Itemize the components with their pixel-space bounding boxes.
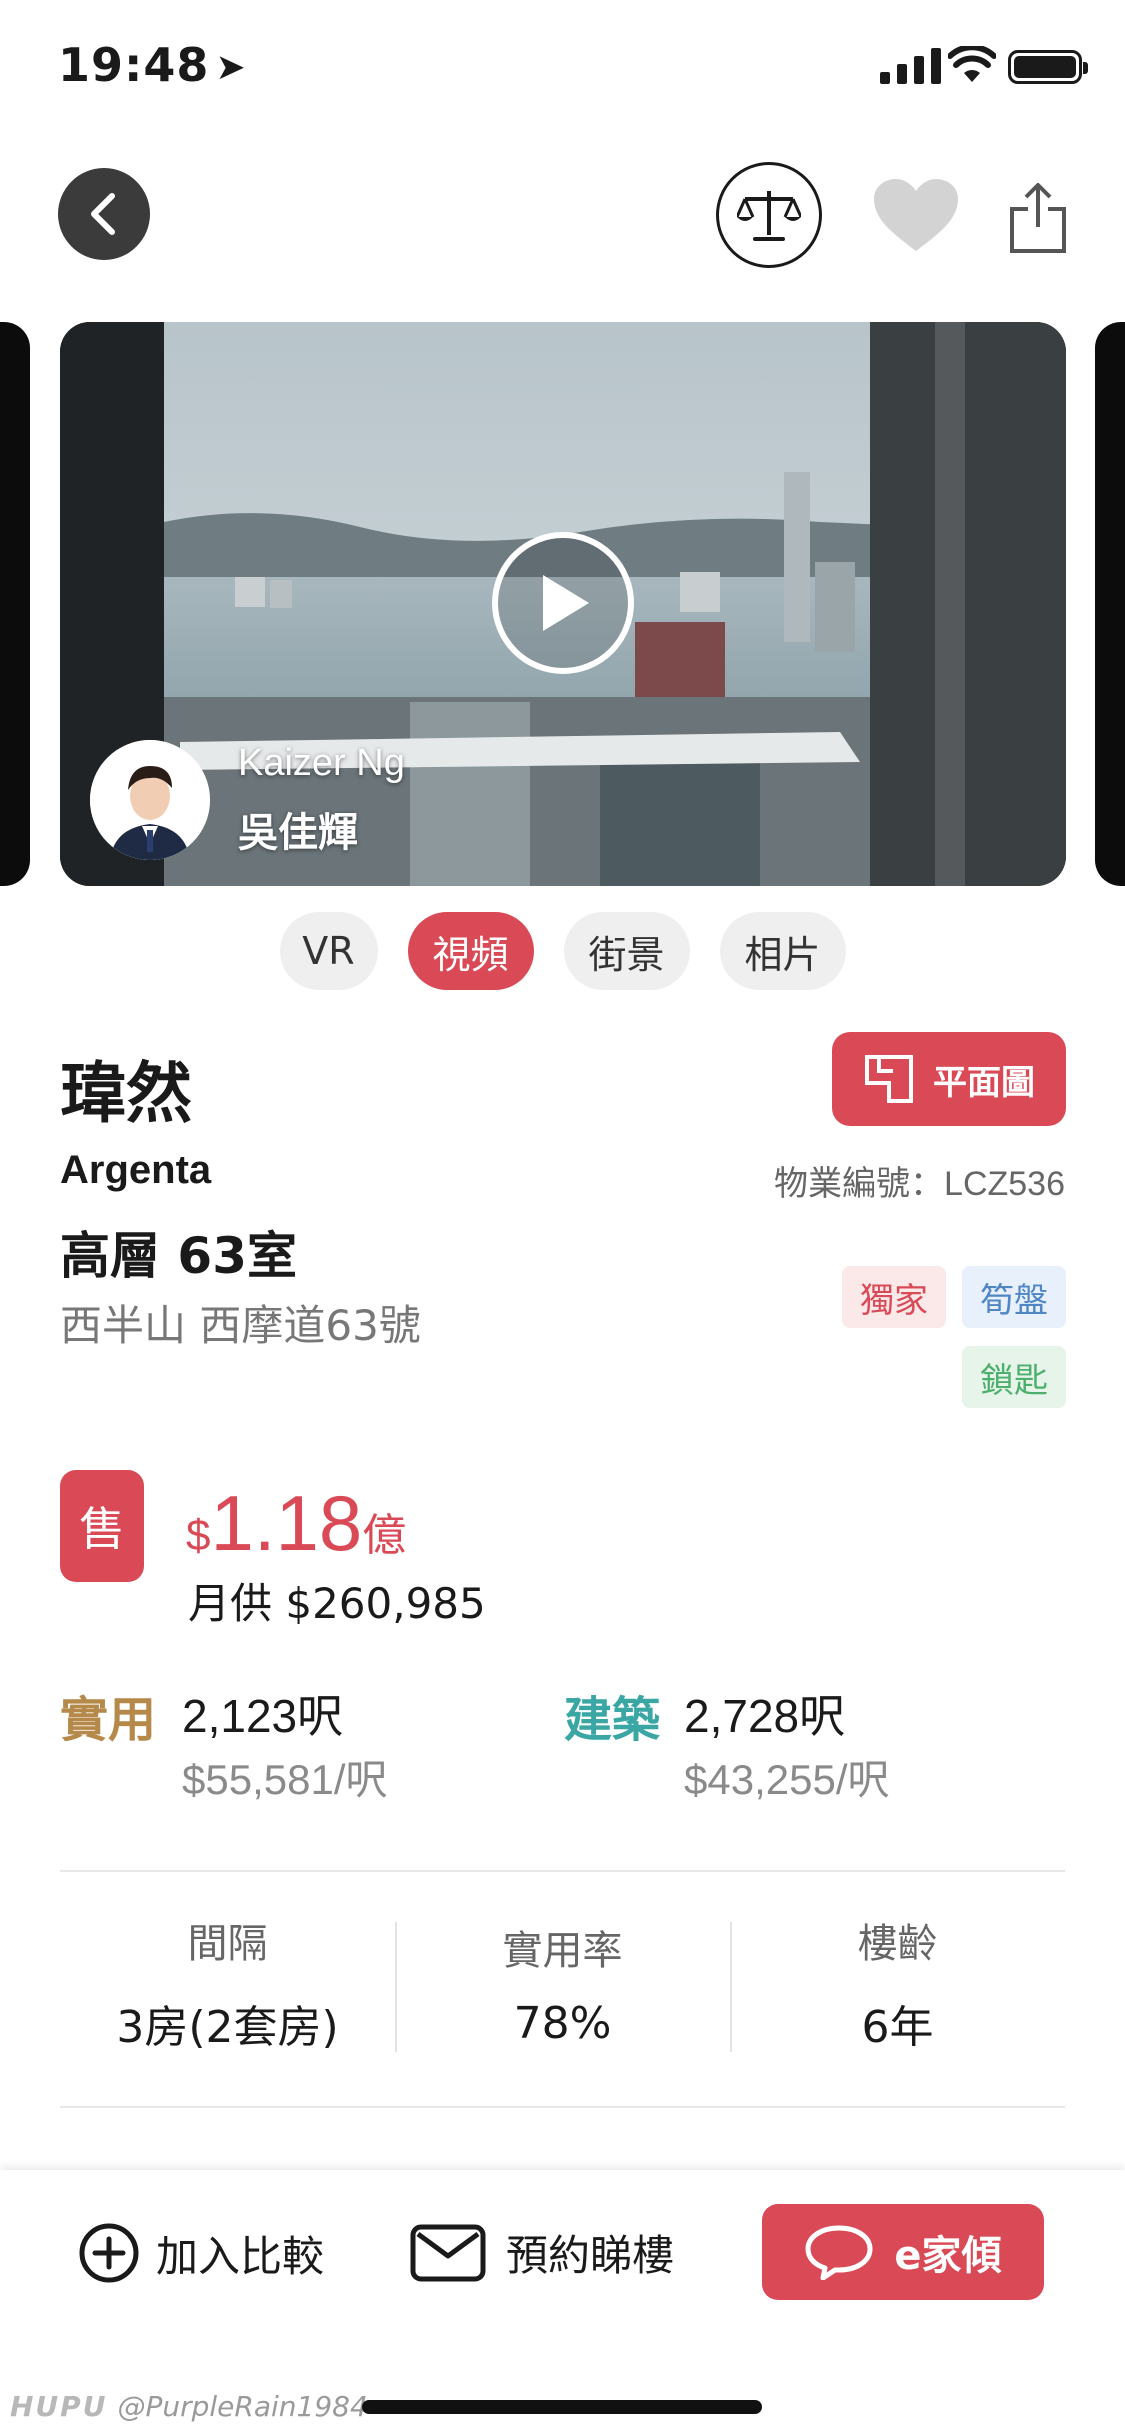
home-indicator[interactable] bbox=[362, 2400, 762, 2414]
share-icon bbox=[1010, 183, 1066, 253]
listing-title-en: Argenta bbox=[60, 1148, 212, 1192]
gross-area-size: 2,728呎 bbox=[684, 1690, 846, 1742]
tab-video[interactable]: 視頻 bbox=[407, 912, 534, 990]
net-area-price-per-foot: $55,581/呎 bbox=[182, 1756, 388, 1803]
share-button[interactable] bbox=[1000, 172, 1076, 262]
price-amount: 1.18 bbox=[210, 1479, 363, 1567]
location-arrow-icon: ➤ bbox=[215, 47, 247, 88]
back-button[interactable] bbox=[58, 168, 150, 260]
agent-photo bbox=[90, 740, 210, 860]
tab-vr[interactable]: VR bbox=[279, 912, 378, 990]
floorplan-icon bbox=[865, 1055, 913, 1103]
media-tabs: VR 視頻 街景 相片 bbox=[0, 912, 1125, 990]
chat-label: e家傾 bbox=[894, 2233, 1002, 2279]
play-icon bbox=[543, 575, 589, 631]
stat-value: 78% bbox=[513, 1997, 612, 2049]
envelope-icon bbox=[410, 2224, 486, 2281]
gross-area-label: 建築 bbox=[564, 1692, 661, 1748]
plus-circle-icon bbox=[79, 2223, 139, 2283]
add-to-compare-label: 加入比較 bbox=[156, 2231, 325, 2281]
sale-badge: 售 bbox=[60, 1470, 144, 1582]
balance-scale-icon bbox=[737, 191, 801, 241]
stat-label: 樓齡 bbox=[857, 1921, 938, 1967]
heart-icon bbox=[874, 179, 958, 251]
previous-media-card[interactable] bbox=[0, 322, 30, 886]
stat-efficiency: 實用率 78% bbox=[395, 1908, 730, 2058]
next-media-card[interactable] bbox=[1095, 322, 1125, 886]
status-time: 19:48 ➤ bbox=[58, 38, 247, 92]
watermark-brand: HUPU bbox=[10, 2390, 108, 2423]
status-bar: 19:48 ➤ bbox=[0, 0, 1125, 140]
chevron-left-icon bbox=[91, 193, 115, 235]
gross-area-price-per-foot: $43,255/呎 bbox=[684, 1756, 890, 1803]
compare-button[interactable] bbox=[716, 162, 822, 268]
agent-name-en: Kaizer Ng bbox=[238, 742, 405, 784]
floorplan-label: 平面圖 bbox=[933, 1062, 1035, 1103]
tab-street-view[interactable]: 街景 bbox=[563, 912, 690, 990]
price-currency: $ bbox=[186, 1511, 211, 1560]
chat-button[interactable]: e家傾 bbox=[762, 2204, 1044, 2300]
book-viewing-button[interactable]: 預約睇樓 bbox=[410, 2222, 674, 2283]
battery-full-icon bbox=[1008, 50, 1088, 84]
stat-label: 實用率 bbox=[502, 1927, 623, 1974]
agent-avatar[interactable] bbox=[90, 740, 210, 860]
floorplan-button[interactable]: 平面圖 bbox=[832, 1032, 1066, 1126]
price-unit: 億 bbox=[362, 1510, 407, 1561]
address: 西半山 西摩道63號 bbox=[60, 1301, 421, 1350]
watermark-user: @PurpleRain1984 bbox=[117, 2390, 368, 2423]
cellular-signal-icon bbox=[880, 48, 941, 84]
listing-title-zh: 瑋然 bbox=[60, 1055, 192, 1132]
unit-info: 高層 63室 bbox=[60, 1227, 297, 1285]
property-stats: 間隔 3房(2套房) 實用率 78% 樓齡 6年 bbox=[60, 1908, 1065, 2058]
tag-exclusive: 獨家 bbox=[842, 1266, 946, 1328]
net-area-label: 實用 bbox=[60, 1692, 157, 1748]
divider bbox=[60, 1870, 1065, 1872]
wifi-icon bbox=[948, 46, 996, 82]
property-code: 物業編號：LCZ536 bbox=[774, 1165, 1065, 1203]
book-viewing-label: 預約睇樓 bbox=[506, 2231, 675, 2280]
add-to-compare-button[interactable]: 加入比較 bbox=[78, 2222, 324, 2284]
stat-value: 6年 bbox=[861, 2002, 934, 2053]
monthly-payment: 月供 $260,985 bbox=[188, 1579, 486, 1628]
tag-key: 鎖匙 bbox=[962, 1346, 1066, 1408]
chat-bubble-icon bbox=[805, 2225, 873, 2280]
stat-layout: 間隔 3房(2套房) bbox=[60, 1908, 395, 2058]
status-time-text: 19:48 bbox=[58, 38, 210, 92]
play-button[interactable] bbox=[492, 532, 634, 674]
price: $ 1.18 億 bbox=[186, 1478, 406, 1569]
stat-building-age: 樓齡 6年 bbox=[730, 1908, 1065, 2058]
stat-value: 3房(2套房) bbox=[116, 2002, 339, 2053]
net-area-size: 2,123呎 bbox=[182, 1690, 344, 1742]
watermark: HUPU @PurpleRain1984 bbox=[10, 2390, 368, 2423]
agent-name-zh: 吳佳輝 bbox=[238, 810, 358, 856]
divider bbox=[60, 2106, 1065, 2108]
stat-label: 間隔 bbox=[187, 1921, 268, 1967]
tab-photos[interactable]: 相片 bbox=[719, 912, 846, 990]
tag-hot-deal: 筍盤 bbox=[962, 1266, 1066, 1328]
property-video[interactable]: Kaizer Ng 吳佳輝 bbox=[60, 322, 1066, 886]
favorite-button[interactable] bbox=[870, 172, 962, 258]
